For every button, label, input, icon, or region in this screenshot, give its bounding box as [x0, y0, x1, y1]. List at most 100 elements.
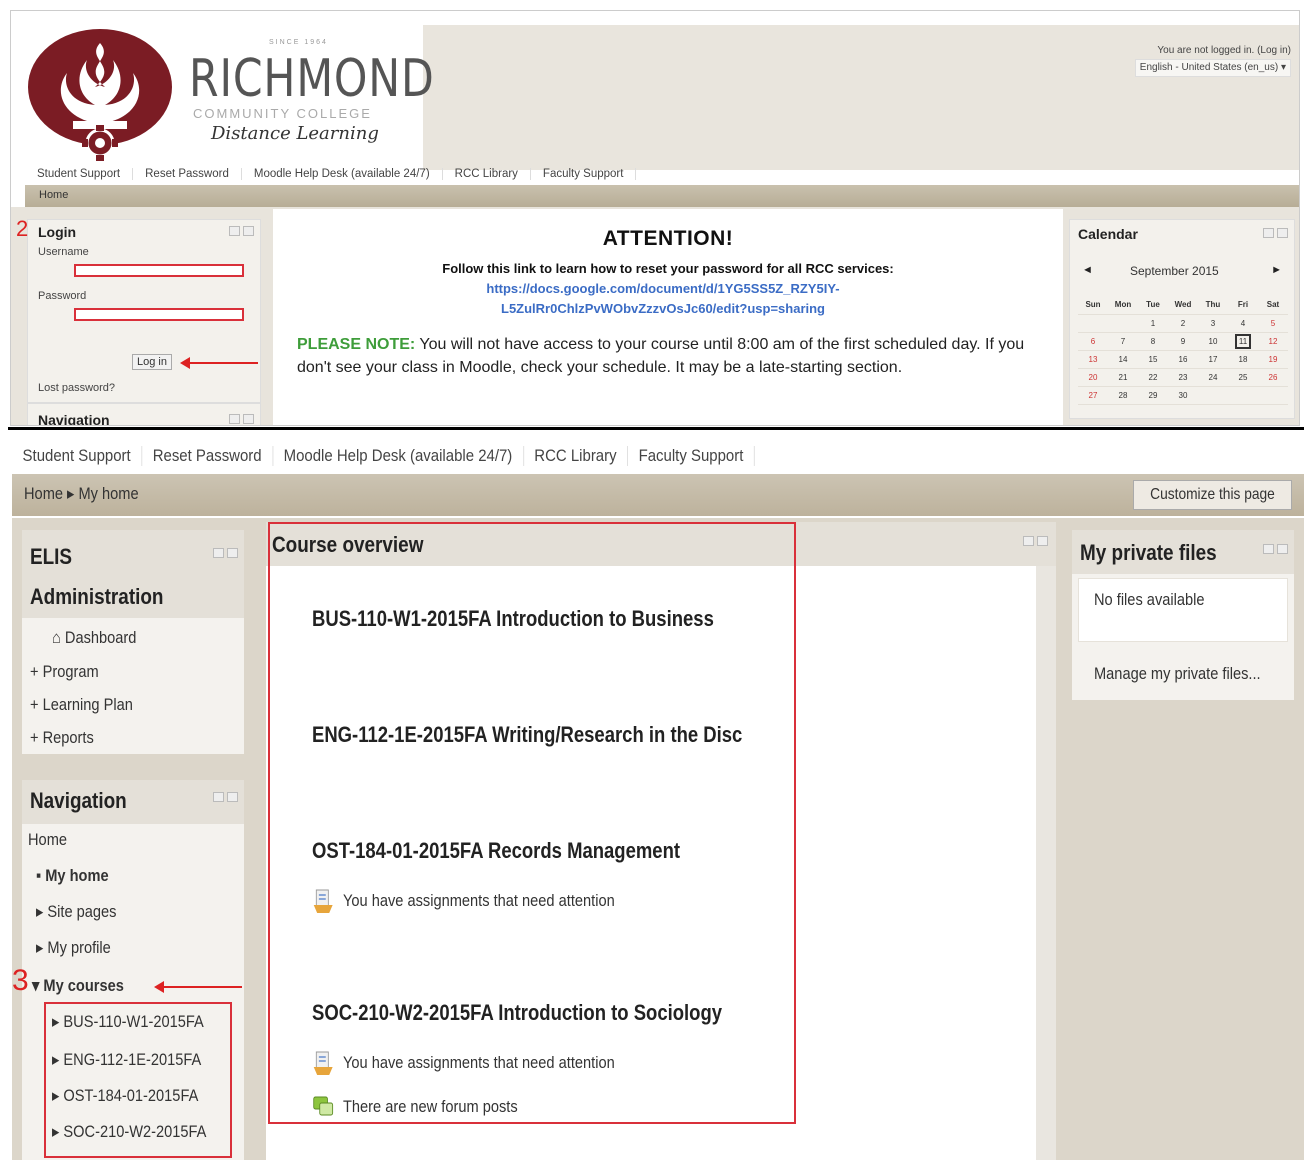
menu-rcc-library[interactable]: RCC Library [524, 446, 629, 466]
nav-my-home[interactable]: ▪ My home [36, 866, 109, 886]
calendar-day[interactable]: 8 [1138, 332, 1168, 351]
calendar-day[interactable]: 22 [1138, 368, 1168, 387]
calendar-day[interactable]: 9 [1168, 332, 1198, 351]
calendar-day[interactable]: 15 [1138, 350, 1168, 369]
hide-icon[interactable] [1277, 544, 1288, 554]
password-input[interactable] [74, 308, 244, 321]
nav-my-profile[interactable]: ▸ My profile [36, 938, 111, 958]
nav-course-soc[interactable]: ▸ SOC-210-W2-2015FA [52, 1122, 206, 1142]
home-icon: ⌂ [52, 628, 65, 647]
hide-icon[interactable] [1277, 228, 1288, 238]
block-controls[interactable] [213, 792, 238, 802]
calendar-day[interactable]: 23 [1168, 368, 1198, 387]
calendar-day[interactable]: 24 [1198, 368, 1228, 387]
menu-help-desk[interactable]: Moodle Help Desk (available 24/7) [242, 168, 443, 180]
calendar-day[interactable]: 28 [1108, 386, 1138, 405]
calendar-day[interactable]: 20 [1078, 368, 1108, 387]
nav-site-pages[interactable]: ▸ Site pages [36, 902, 117, 922]
assignment-notice[interactable]: You have assignments that need attention [312, 1050, 615, 1076]
reset-password-link[interactable]: https://docs.google.com/document/d/1YG5S… [403, 279, 923, 319]
calendar-day[interactable]: 10 [1198, 332, 1228, 351]
hide-icon[interactable] [227, 792, 238, 802]
calendar-day[interactable]: 5 [1258, 314, 1288, 333]
calendar-day[interactable]: 30 [1168, 386, 1198, 405]
nav-my-courses[interactable]: ▾ My courses [32, 976, 124, 996]
menu-rcc-library[interactable]: RCC Library [443, 168, 531, 180]
language-select[interactable]: English - United States (en_us) ▾ [1134, 59, 1291, 77]
nav-course-ost[interactable]: ▸ OST-184-01-2015FA [52, 1086, 198, 1106]
next-month-icon[interactable]: ► [1271, 264, 1282, 276]
calendar-day-number: 9 [1180, 336, 1186, 346]
calendar-day[interactable]: 26 [1258, 368, 1288, 387]
calendar-day[interactable]: 4 [1228, 314, 1258, 333]
menu-faculty-support[interactable]: Faculty Support [531, 168, 637, 180]
calendar-day[interactable]: 25 [1228, 368, 1258, 387]
elis-item-learning-plan[interactable]: + Learning Plan [30, 695, 133, 715]
block-controls[interactable] [213, 548, 238, 558]
hide-icon[interactable] [243, 226, 254, 236]
dock-icon[interactable] [229, 414, 240, 424]
course-link-soc[interactable]: SOC-210-W2-2015FA Introduction to Sociol… [312, 1000, 722, 1026]
block-controls[interactable] [1263, 544, 1288, 554]
menu-faculty-support[interactable]: Faculty Support [628, 446, 755, 466]
dock-icon[interactable] [1263, 544, 1274, 554]
course-link-eng[interactable]: ENG-112-1E-2015FA Writing/Research in th… [312, 722, 742, 748]
calendar-day[interactable]: 7 [1108, 332, 1138, 351]
nav-course-bus[interactable]: ▸ BUS-110-W1-2015FA [52, 1012, 204, 1032]
username-input[interactable] [74, 264, 244, 277]
nav-home[interactable]: Home [28, 830, 67, 850]
dock-icon[interactable] [1023, 536, 1034, 546]
link-line-1[interactable]: https://docs.google.com/document/d/1YG5S… [403, 279, 923, 299]
calendar-day[interactable]: 13 [1078, 350, 1108, 369]
dock-icon[interactable] [1263, 228, 1274, 238]
calendar-day[interactable]: 3 [1198, 314, 1228, 333]
course-link-ost[interactable]: OST-184-01-2015FA Records Management [312, 838, 680, 864]
breadcrumb-home[interactable]: Home [39, 189, 68, 201]
block-controls[interactable] [1263, 228, 1288, 238]
calendar-day[interactable]: 16 [1168, 350, 1198, 369]
calendar-day[interactable]: 17 [1198, 350, 1228, 369]
scrollbar[interactable] [1036, 566, 1056, 1160]
link-line-2[interactable]: L5ZulRr0ChlzPvWObvZzzvOsJc60/edit?usp=sh… [403, 299, 923, 319]
menu-reset-password[interactable]: Reset Password [142, 446, 274, 466]
lost-password-link[interactable]: Lost password? [38, 382, 115, 394]
menu-help-desk[interactable]: Moodle Help Desk (available 24/7) [273, 446, 524, 466]
calendar-day[interactable]: 2 [1168, 314, 1198, 333]
calendar-day[interactable]: 12 [1258, 332, 1288, 351]
block-controls[interactable] [229, 414, 254, 424]
hide-icon[interactable] [227, 548, 238, 558]
elis-item-reports[interactable]: + Reports [30, 728, 94, 748]
calendar-day [1258, 386, 1288, 405]
nav-course-eng[interactable]: ▸ ENG-112-1E-2015FA [52, 1050, 201, 1070]
calendar-day[interactable]: 29 [1138, 386, 1168, 405]
calendar-day[interactable]: 11 [1228, 332, 1258, 351]
calendar-day[interactable]: 1 [1138, 314, 1168, 333]
manage-private-files-link[interactable]: Manage my private files... [1094, 664, 1261, 684]
hide-icon[interactable] [1037, 536, 1048, 546]
elis-item-dashboard[interactable]: ⌂ Dashboard [52, 628, 136, 648]
course-link-bus[interactable]: BUS-110-W1-2015FA Introduction to Busine… [312, 606, 714, 632]
block-controls[interactable] [229, 226, 254, 236]
calendar-day[interactable]: 6 [1078, 332, 1108, 351]
block-controls[interactable] [1023, 536, 1048, 546]
calendar-day[interactable]: 18 [1228, 350, 1258, 369]
prev-month-icon[interactable]: ◄ [1082, 264, 1093, 276]
dock-icon[interactable] [213, 548, 224, 558]
dock-icon[interactable] [229, 226, 240, 236]
menu-student-support[interactable]: Student Support [25, 168, 134, 180]
elis-item-program[interactable]: + Program [30, 662, 99, 682]
calendar-day[interactable]: 27 [1078, 386, 1108, 405]
dock-icon[interactable] [213, 792, 224, 802]
hide-icon[interactable] [243, 414, 254, 424]
login-button[interactable]: Log in [132, 354, 172, 370]
breadcrumb-path[interactable]: Home ▸ My home [24, 484, 139, 504]
assignment-notice[interactable]: You have assignments that need attention [312, 888, 615, 914]
calendar-day[interactable]: 19 [1258, 350, 1288, 369]
customize-page-button[interactable]: Customize this page [1133, 480, 1292, 510]
calendar-day[interactable]: 14 [1108, 350, 1138, 369]
menu-student-support[interactable]: Student Support [12, 446, 143, 466]
menu-reset-password[interactable]: Reset Password [133, 168, 242, 180]
calendar-day[interactable]: 21 [1108, 368, 1138, 387]
login-status[interactable]: You are not logged in. (Log in) [1135, 43, 1291, 59]
forum-notice[interactable]: There are new forum posts [312, 1094, 518, 1120]
